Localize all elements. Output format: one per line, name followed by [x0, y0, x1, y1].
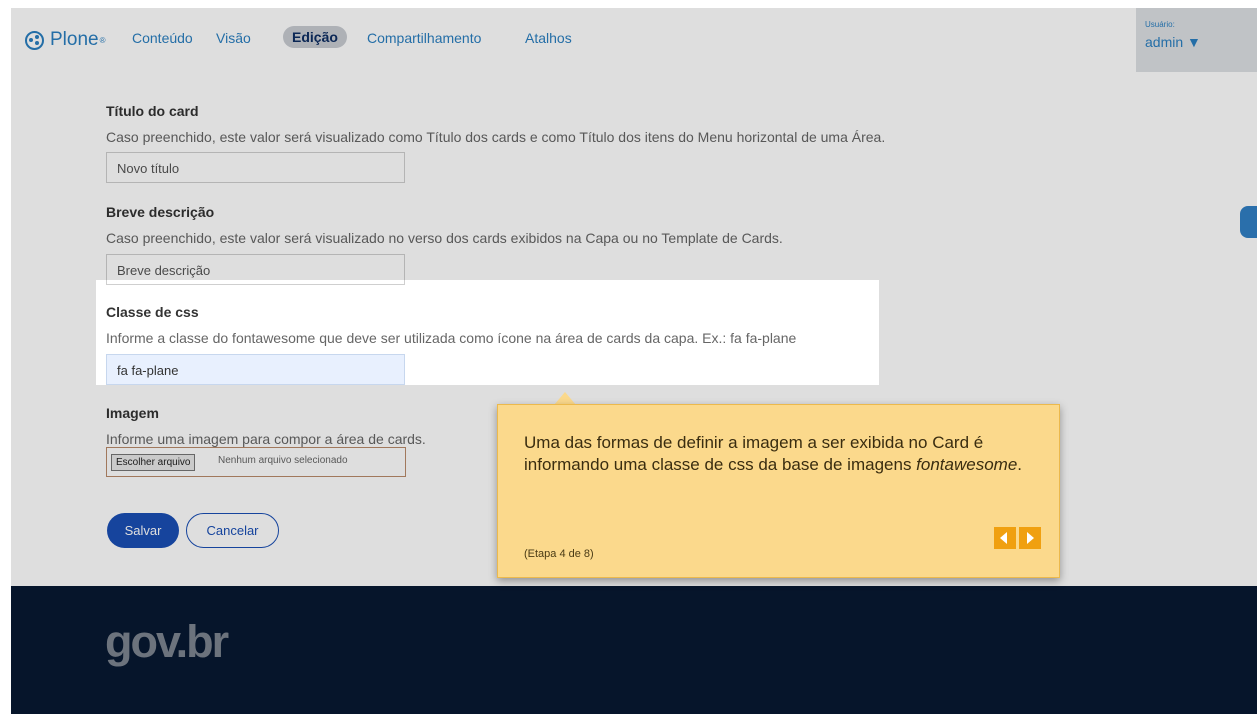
title-help: Caso preenchido, este valor será visuali… [106, 129, 886, 145]
chevron-left-icon [1000, 532, 1007, 544]
govbr-logo[interactable]: gov.br [105, 616, 229, 668]
nav-compartilhamento[interactable]: Compartilhamento [367, 30, 481, 46]
user-name[interactable]: admin ▼ [1145, 34, 1201, 50]
nav-edicao[interactable]: Edição [283, 26, 347, 48]
user-label: Usuário: [1145, 20, 1175, 29]
tooltip-step: (Etapa 4 de 8) [524, 548, 594, 560]
css-class-help: Informe a classe do fontawesome que deve… [106, 330, 797, 346]
plone-logo[interactable]: Plone ® [25, 28, 106, 52]
plone-toolbar: Plone ® Conteúdo Visão Edição Compartilh… [11, 8, 1257, 72]
css-class-input[interactable]: fa fa-plane [106, 354, 405, 385]
tooltip-prev-button[interactable] [994, 527, 1016, 549]
chevron-right-icon [1027, 532, 1034, 544]
nav-atalhos[interactable]: Atalhos [525, 30, 572, 46]
nav-conteudo[interactable]: Conteúdo [132, 30, 193, 46]
nav-visao[interactable]: Visão [216, 30, 251, 46]
description-help: Caso preenchido, este valor será visuali… [106, 230, 783, 246]
title-label: Título do card [106, 103, 199, 119]
page: Plone ® Conteúdo Visão Edição Compartilh… [11, 8, 1257, 714]
plone-logo-text: Plone [50, 29, 99, 50]
choose-file-button[interactable]: Escolher arquivo [111, 454, 196, 471]
file-status: Nenhum arquivo selecionado [218, 455, 348, 466]
tooltip-next-button[interactable] [1019, 527, 1041, 549]
image-label: Imagem [106, 405, 159, 421]
tour-tooltip: Uma das formas de definir a imagem a ser… [497, 404, 1060, 578]
description-label: Breve descrição [106, 204, 215, 220]
title-input[interactable]: Novo título [106, 152, 405, 183]
footer: gov.br [11, 586, 1257, 714]
save-button[interactable]: Salvar [107, 513, 179, 548]
plone-logo-icon [25, 30, 44, 50]
tooltip-text: Uma das formas de definir a imagem a ser… [524, 433, 1023, 474]
css-class-label: Classe de css [106, 304, 199, 320]
cancel-button[interactable]: Cancelar [186, 513, 279, 548]
user-menu[interactable]: Usuário: admin ▼ [1136, 8, 1257, 72]
image-file-input[interactable]: Escolher arquivo Nenhum arquivo selecion… [106, 447, 406, 477]
image-help: Informe uma imagem para compor a área de… [106, 431, 426, 447]
description-input[interactable]: Breve descrição [106, 254, 405, 285]
plone-logo-registered: ® [99, 35, 106, 45]
side-tab-button[interactable] [1240, 206, 1257, 238]
